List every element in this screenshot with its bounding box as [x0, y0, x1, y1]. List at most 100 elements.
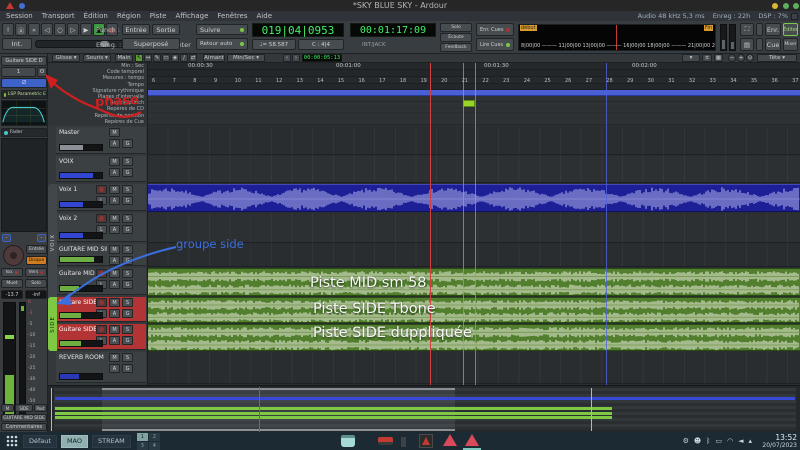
track-fader-strip[interactable]	[59, 256, 103, 263]
button-M[interactable]: M	[109, 157, 120, 166]
smart-mode-dropdown[interactable]: Glisse ▾	[52, 54, 80, 62]
processor-box[interactable]	[1, 138, 47, 232]
transport-button-4[interactable]: ○	[54, 23, 66, 36]
display-icon[interactable]: ▭	[715, 437, 722, 445]
button-A[interactable]: A	[109, 168, 120, 177]
plugin-fader-slot[interactable]: Fader	[1, 128, 47, 137]
editor-page-button[interactable]: Éditer	[783, 23, 798, 36]
record-mode-dropdown[interactable]: Superposé	[122, 38, 180, 50]
transport-button-0[interactable]: !	[2, 23, 14, 36]
ruler-label-8[interactable]: Repères de position	[95, 113, 144, 119]
follow-edits-dropdown[interactable]: Suivre	[196, 24, 248, 35]
meter-button-side[interactable]: SIDE	[15, 404, 33, 412]
workspace-2[interactable]: 2	[149, 433, 160, 441]
meter-button-m[interactable]: M	[1, 404, 14, 412]
track-name[interactable]: REVERB ROOM	[59, 354, 104, 361]
region-guitare-mid-waveform[interactable]	[148, 269, 800, 297]
transport-button-1[interactable]: Ⓐ	[15, 23, 27, 36]
mic-icon[interactable]: ʘ	[37, 67, 47, 77]
small-toggle-b[interactable]	[756, 38, 763, 51]
solo-iso-button[interactable]: Iso.	[1, 268, 23, 277]
button-S[interactable]: S	[122, 214, 133, 223]
group-tab-voix[interactable]: VOIX	[48, 184, 57, 302]
session-summary[interactable]	[48, 385, 800, 432]
track-name[interactable]: Master	[59, 129, 80, 136]
minsec-ruler[interactable]	[148, 63, 800, 70]
minimize-button[interactable]	[772, 3, 778, 9]
zoom-in-button[interactable]: +	[737, 54, 745, 62]
group-assign-button[interactable]: GUITARE MID SIDE	[1, 414, 47, 422]
canvas-row-3[interactable]	[148, 213, 800, 243]
track-fader-strip[interactable]	[59, 312, 103, 319]
primary-clock[interactable]: 019|04|0953	[252, 23, 344, 37]
nudge-backward-button[interactable]: ‹	[283, 54, 291, 62]
grid-dropdown[interactable]: Min/Sec ▾	[227, 54, 265, 62]
region-guitare-mid[interactable]	[148, 268, 800, 296]
track-fader-strip[interactable]	[59, 144, 103, 151]
chat-icon[interactable]: ☻	[694, 437, 701, 445]
bars-ruler[interactable]	[148, 77, 800, 84]
button-G[interactable]: G	[122, 225, 133, 234]
record-arm-button[interactable]	[3, 245, 24, 266]
close-button[interactable]	[793, 3, 799, 9]
app-menu-icon[interactable]	[5, 434, 19, 448]
tool-button-6[interactable]: ⇄	[189, 54, 197, 62]
track-fader-strip[interactable]	[59, 373, 103, 380]
nudge-clock[interactable]: 00:00:05:13	[302, 54, 342, 62]
taskbar-clock[interactable]: 13:52 20/07/2023	[762, 433, 797, 449]
ruler-label-2[interactable]: Mesures : temps	[103, 75, 144, 81]
marker-dropdown[interactable]: ▾	[682, 54, 700, 62]
play-cues-button[interactable]: Lire Cues	[476, 38, 514, 51]
track-header-guitare-mid[interactable]: Guitare MIDMSLAG	[56, 268, 146, 295]
track-name[interactable]: VOIX	[59, 158, 74, 165]
track-name[interactable]: GUITARE MID SIDE	[59, 246, 107, 253]
transport-button-2[interactable]: «	[28, 23, 40, 36]
transport-button-3[interactable]: ◁	[41, 23, 53, 36]
track-header-voix-2[interactable]: Voix 2MSLAG	[56, 213, 146, 242]
secondary-clock[interactable]: 00:01:17:09	[350, 23, 436, 37]
button-M[interactable]: M	[109, 245, 120, 254]
tool-button-5[interactable]: ∕	[180, 54, 188, 62]
strip-input-button[interactable]: 1	[1, 67, 36, 77]
menu-session[interactable]: Session	[6, 12, 33, 20]
rec-cues-button[interactable]: Enr. Cues	[476, 23, 514, 36]
track-fader-strip[interactable]	[59, 201, 103, 208]
ruler-label-9[interactable]: Repères de Cue	[105, 119, 144, 125]
punch-out-button[interactable]: Sortie	[152, 24, 180, 35]
save-view-button[interactable]: ▦	[714, 54, 723, 62]
canvas-row-1[interactable]	[148, 156, 800, 183]
input-routing-button[interactable]: -	[2, 234, 11, 242]
button-A[interactable]: A	[109, 225, 120, 234]
button-G[interactable]: G	[122, 139, 133, 148]
cup-icon[interactable]	[341, 435, 355, 447]
button-S[interactable]: S	[122, 353, 133, 362]
taskbar-app-défaut[interactable]: Défaut	[23, 435, 57, 448]
eq-curve-display[interactable]	[1, 100, 47, 126]
canvas-row-4[interactable]	[148, 244, 800, 267]
record-enable-button[interactable]	[96, 269, 107, 278]
cue-page-button[interactable]: Cue	[765, 38, 781, 51]
loop-range-marker[interactable]	[463, 100, 475, 107]
track-header-voix-1[interactable]: Voix 1MSLAG	[56, 184, 146, 211]
zoom-out-button[interactable]: −	[728, 54, 736, 62]
status-config-button[interactable]	[791, 13, 798, 20]
meter-button-post[interactable]: Post	[34, 404, 47, 412]
edit-point-dropdown[interactable]: Souris ▾	[83, 54, 111, 62]
timecode-ruler[interactable]	[148, 70, 800, 77]
track-fader-strip[interactable]	[59, 285, 103, 292]
button-S[interactable]: S	[122, 157, 133, 166]
menu-édition[interactable]: Édition	[84, 12, 108, 20]
solo-button[interactable]: Solo	[25, 279, 47, 288]
track-fader-strip[interactable]	[59, 340, 103, 347]
light-écoute[interactable]: Écoute	[440, 33, 472, 42]
phase-invert-button[interactable]: ∅	[1, 78, 47, 88]
button-M[interactable]: M	[109, 214, 120, 223]
mini-timeline[interactable]: début Fin 8|00|00 ——— 11|00|00 13|00|00 …	[518, 24, 716, 51]
button-A[interactable]: A	[109, 139, 120, 148]
updates-icon[interactable]: ⚙	[683, 437, 689, 445]
volume-icon[interactable]: ◄	[738, 437, 743, 445]
start-marker[interactable]: début	[520, 25, 537, 31]
meter-button[interactable]: C : 4|4	[298, 39, 344, 50]
button-G[interactable]: G	[122, 309, 133, 318]
bottle-icon[interactable]	[401, 434, 406, 447]
